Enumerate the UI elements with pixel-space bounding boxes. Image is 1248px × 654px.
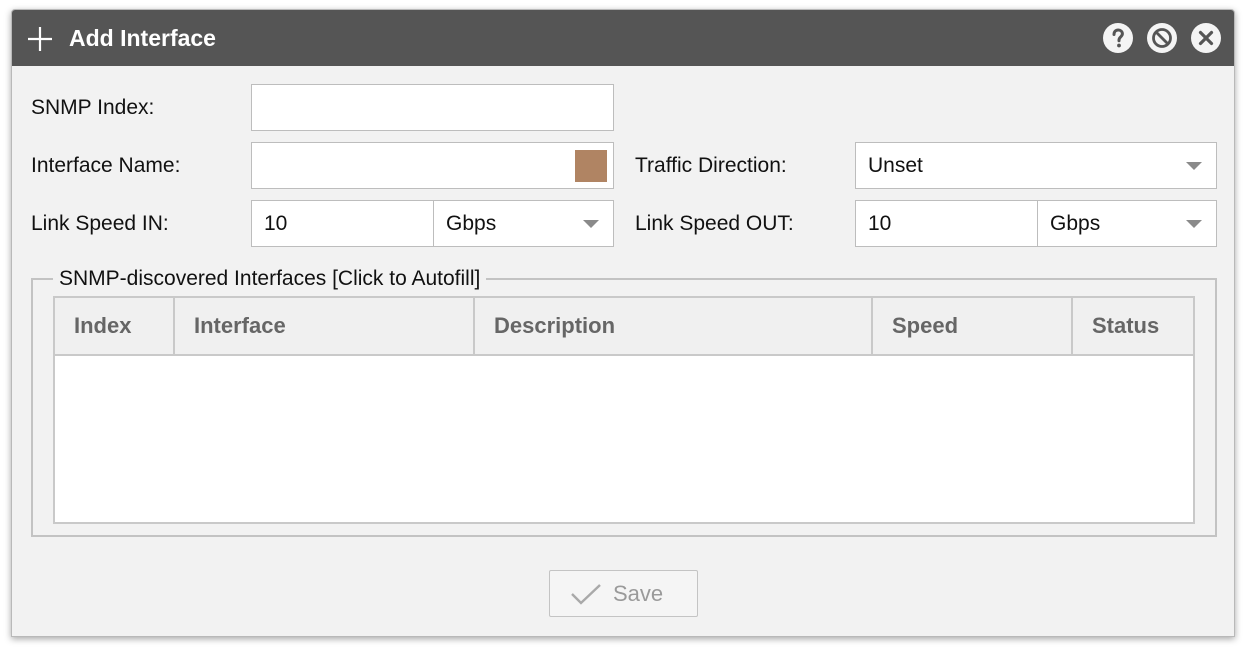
traffic-direction-value: Unset [868, 154, 923, 177]
minimize-icon [1152, 28, 1172, 48]
snmp-index-label: SNMP Index: [31, 96, 155, 119]
interface-color-swatch[interactable] [575, 150, 607, 182]
link-speed-in-unit-select[interactable]: Gbps [433, 200, 614, 247]
column-header-description[interactable]: Description [475, 298, 873, 354]
help-button[interactable] [1103, 23, 1133, 53]
dialog-titlebar[interactable]: Add Interface [12, 10, 1234, 66]
snmp-discovered-legend: SNMP-discovered Interfaces [Click to Aut… [59, 267, 481, 290]
link-speed-in-label: Link Speed IN: [31, 212, 169, 235]
link-speed-in-input[interactable]: 10 [251, 200, 434, 247]
chevron-down-icon [583, 220, 599, 228]
chevron-down-icon [1186, 220, 1202, 228]
table-header: Index Interface Description Speed Status [55, 298, 1193, 356]
discovered-interfaces-table[interactable]: Index Interface Description Speed Status [53, 296, 1195, 524]
interface-name-label: Interface Name: [31, 154, 181, 177]
column-header-speed[interactable]: Speed [873, 298, 1073, 354]
traffic-direction-label: Traffic Direction: [635, 154, 787, 177]
link-speed-out-input[interactable]: 10 [855, 200, 1038, 247]
chevron-down-icon [1186, 162, 1202, 170]
link-speed-out-label: Link Speed OUT: [635, 212, 794, 235]
close-icon [1198, 30, 1214, 46]
link-speed-out-unit-select[interactable]: Gbps [1037, 200, 1217, 247]
column-header-interface[interactable]: Interface [175, 298, 475, 354]
minimize-button[interactable] [1147, 23, 1177, 53]
help-icon [1112, 28, 1124, 48]
link-speed-in-unit-value: Gbps [446, 212, 497, 235]
traffic-direction-select[interactable]: Unset [855, 142, 1217, 189]
dialog-title: Add Interface [69, 25, 216, 51]
add-interface-dialog: Add Interface SNMP Index: Interface Name… [11, 9, 1235, 637]
column-header-status[interactable]: Status [1073, 298, 1193, 354]
column-header-index[interactable]: Index [55, 298, 175, 354]
plus-icon [27, 26, 53, 52]
snmp-index-input[interactable] [251, 84, 614, 131]
close-button[interactable] [1191, 23, 1221, 53]
save-button-label: Save [613, 581, 664, 606]
save-button[interactable]: Save [549, 570, 698, 617]
checkmark-icon [570, 582, 602, 611]
interface-name-input[interactable] [251, 142, 614, 189]
link-speed-out-unit-value: Gbps [1050, 212, 1101, 235]
